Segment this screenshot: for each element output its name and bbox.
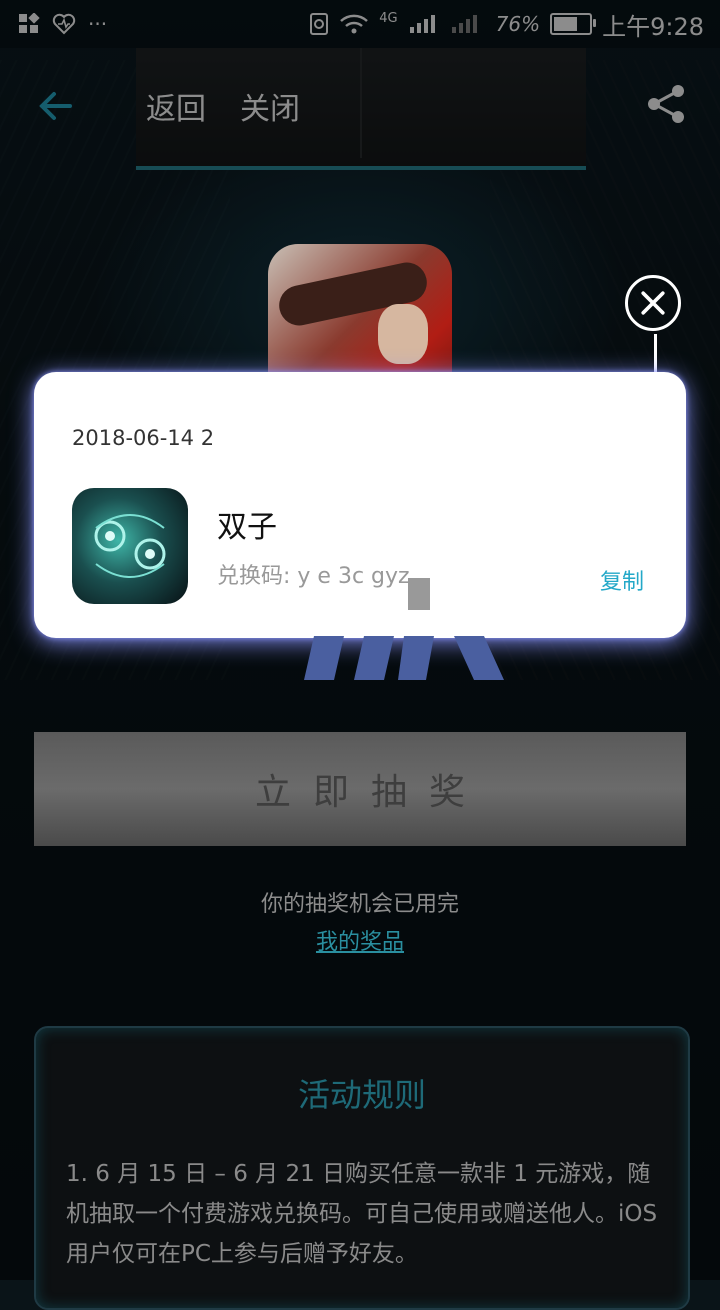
- prize-date: 2018-06-14 2: [72, 426, 215, 450]
- redeem-code: 兑换码: y e 3c gyz: [217, 564, 410, 589]
- code-redaction: [408, 578, 430, 610]
- copy-code-button[interactable]: 复制: [600, 564, 644, 596]
- prize-result-card: 2018-06-14 2 双子 兑换码: y e 3c gyz 复制: [34, 372, 686, 638]
- rules-title: 活动规则: [297, 1076, 426, 1114]
- draw-now-label: 立即抽奖: [254, 772, 487, 813]
- background-letters-art: [304, 636, 504, 680]
- rules-body: 1. 6 月 15 日 – 6 月 21 日购买任意一款非 1 元游戏，随机抽取…: [66, 1161, 658, 1267]
- my-prizes-link[interactable]: 我的奖品: [316, 930, 404, 955]
- game-icon: [72, 488, 188, 604]
- modal-close-icon[interactable]: [625, 275, 681, 331]
- chances-used-text: 你的抽奖机会已用完: [260, 892, 459, 917]
- rules-panel: 活动规则 1. 6 月 15 日 – 6 月 21 日购买任意一款非 1 元游戏…: [34, 1026, 690, 1310]
- draw-now-button[interactable]: 立即抽奖: [34, 732, 686, 846]
- game-name: 双子: [217, 510, 277, 545]
- my-prizes-link-wrap: 我的奖品: [0, 924, 720, 956]
- close-connector-line: [654, 334, 657, 374]
- artwork-face: [378, 304, 428, 364]
